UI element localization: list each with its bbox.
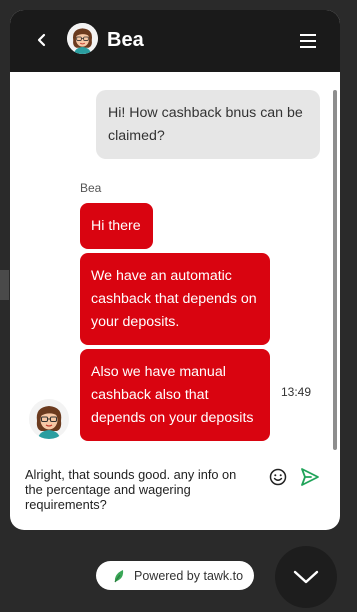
menu-button[interactable] [296, 29, 320, 53]
send-icon [301, 468, 319, 486]
agent-name: Bea [107, 29, 144, 51]
message-timestamp: 13:49 [281, 385, 312, 399]
chat-header: Bea [10, 10, 340, 72]
powered-by-badge[interactable]: Powered by tawk.to [96, 561, 254, 590]
agent-avatar [67, 23, 98, 54]
agent-message: Also we have manual cashback also that d… [80, 349, 270, 441]
hamburger-menu-icon [300, 34, 316, 48]
agent-sender-label: Bea [80, 181, 102, 195]
back-button[interactable] [30, 28, 54, 52]
chevron-down-icon [293, 570, 319, 584]
smiley-icon [269, 468, 287, 486]
chevron-left-icon [37, 33, 46, 47]
page-background-edge [0, 270, 9, 300]
agent-avatar-image [67, 23, 98, 54]
agent-avatar-image [29, 399, 69, 439]
send-button[interactable] [299, 466, 321, 488]
message-input[interactable]: Alright, that sounds good. any info on t… [25, 467, 250, 519]
emoji-button[interactable] [268, 467, 288, 487]
agent-avatar [29, 399, 69, 439]
powered-by-text: Powered by tawk.to [134, 568, 244, 583]
message-scrollbar[interactable] [333, 90, 337, 450]
minimize-chat-button[interactable] [275, 546, 337, 608]
agent-message: We have an automatic cashback that depen… [80, 253, 270, 345]
agent-message: Hi there [80, 203, 153, 249]
tawk-leaf-icon [114, 569, 124, 582]
visitor-message: Hi! How cashback bnus can be claimed? [96, 90, 320, 159]
chat-widget: Bea Hi! How cashback bnus can be claimed… [10, 10, 340, 530]
